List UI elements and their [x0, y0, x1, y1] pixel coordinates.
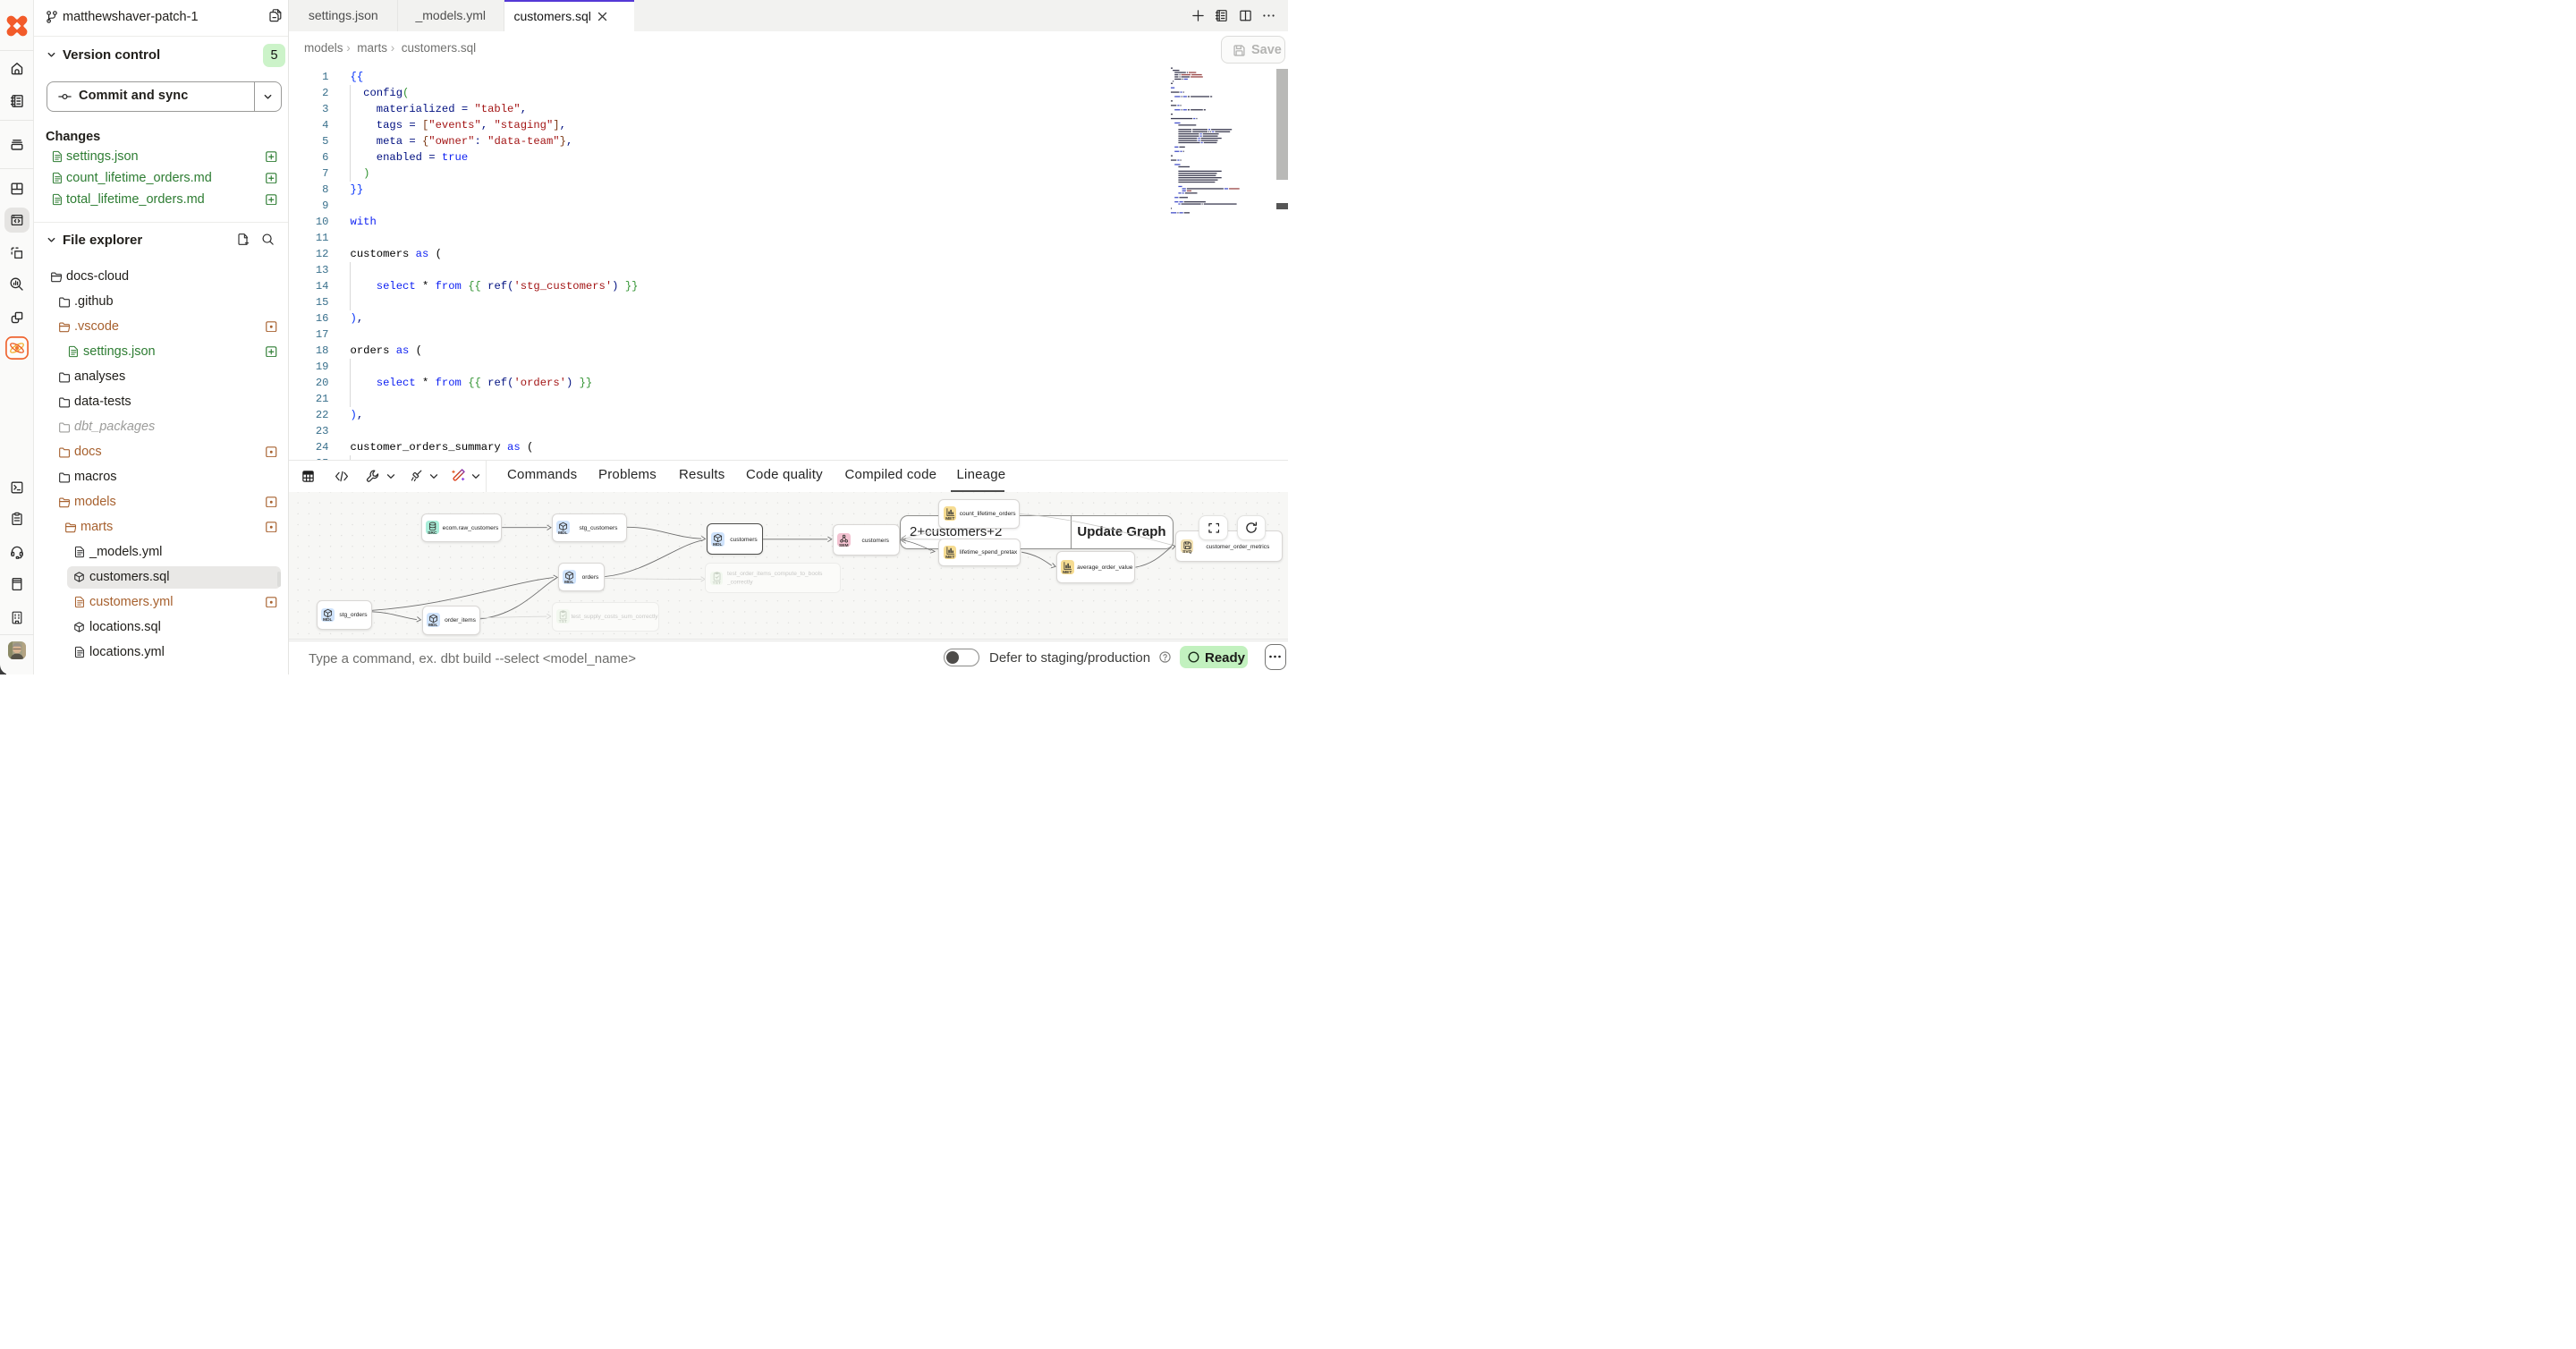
svg-text:order_items: order_items — [445, 617, 477, 624]
svg-text:stg_orders: stg_orders — [339, 612, 368, 618]
svg-text:test_order_items_compute_to_bo: test_order_items_compute_to_bools — [727, 571, 823, 577]
svg-text:stg_customers: stg_customers — [579, 525, 618, 531]
svg-text:test_supply_costs_sum_correctl: test_supply_costs_sum_correctly — [571, 614, 658, 620]
svg-text:customer_order_metrics: customer_order_metrics — [1207, 544, 1271, 550]
svg-text:count_lifetime_orders: count_lifetime_orders — [960, 511, 1017, 517]
svg-text:customers: customers — [730, 537, 758, 543]
svg-text:ecom.raw_customers: ecom.raw_customers — [442, 525, 498, 531]
svg-text:orders: orders — [581, 574, 598, 581]
svg-text:lifetime_spend_pretax: lifetime_spend_pretax — [960, 549, 1018, 556]
svg-text:TST: TST — [713, 581, 721, 585]
svg-text:average_order_value: average_order_value — [1077, 564, 1133, 571]
svg-text:_correctly: _correctly — [727, 579, 753, 585]
svg-text:customers: customers — [861, 538, 889, 544]
